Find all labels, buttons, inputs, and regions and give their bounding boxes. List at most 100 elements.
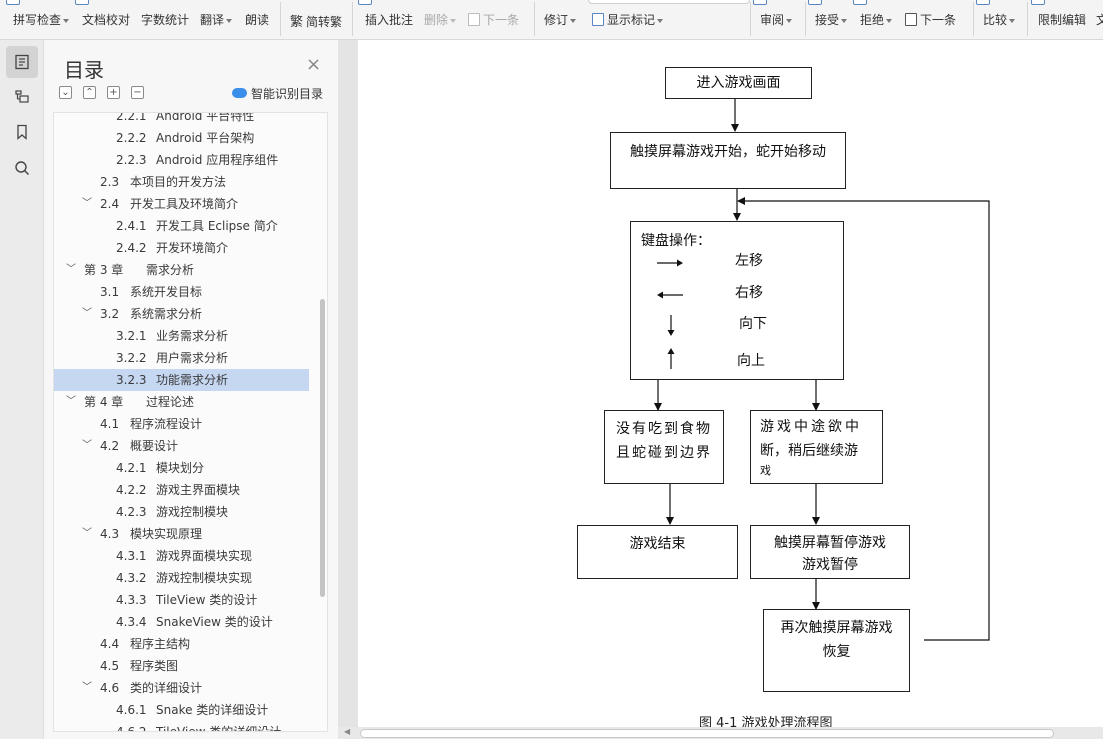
toc-item-number: 4.2.2: [116, 483, 147, 497]
flow-key-label-left: 左移: [735, 253, 763, 269]
horizontal-scrollbar[interactable]: ◀: [338, 727, 1103, 739]
toc-item[interactable]: ﹀ 4.6 类的详细设计: [54, 677, 309, 699]
chevron-down-icon[interactable]: ﹀: [82, 677, 92, 699]
smart-recognize-label: 智能识别目录: [251, 87, 324, 101]
chevron-down-icon: [1009, 18, 1016, 23]
toc-item-label: 系统需求分析: [130, 307, 203, 321]
toc-item-label: 开发工具及环境简介: [130, 197, 239, 211]
down-arrow-icon: [667, 315, 675, 336]
toc-item[interactable]: 3.2.1 业务需求分析: [54, 325, 309, 347]
collapse-all-button[interactable]: ⌃: [83, 86, 96, 99]
rail-search-button[interactable]: [6, 152, 38, 184]
toc-item[interactable]: 4.2.2 游戏主界面模块: [54, 479, 309, 501]
toc-item[interactable]: 4.6.1 Snake 类的详细设计: [54, 699, 309, 721]
chevron-down-icon: [886, 18, 893, 23]
ribbon-toolbar: 拼写检查 文档校对 字数统计 翻译 朗读 繁简转繁 插入批注 删除 下一条 修订…: [0, 0, 1103, 40]
toc-item-number: 4.6: [100, 681, 120, 695]
toc-item[interactable]: 3.2.2 用户需求分析: [54, 347, 309, 369]
toc-item-label: 游戏主界面模块: [156, 483, 241, 497]
toc-item[interactable]: 2.2.3 Android 应用程序组件: [54, 149, 309, 171]
toc-item[interactable]: 4.3.2 游戏控制模块实现: [54, 567, 309, 589]
flow-start-text: 触摸屏幕游戏开始，蛇开始移动: [630, 144, 826, 160]
scroll-left-icon[interactable]: ◀: [344, 727, 350, 736]
toc-item-number: 4.1: [100, 417, 120, 431]
chevron-down-icon[interactable]: ﹀: [66, 391, 76, 413]
expand-all-button[interactable]: ⌄: [59, 86, 72, 99]
chevron-down-icon[interactable]: ﹀: [82, 435, 92, 457]
horizontal-scroll-thumb[interactable]: [360, 729, 1054, 738]
toc-item[interactable]: 4.4 程序主结构: [54, 633, 309, 655]
rail-navigation-button[interactable]: [6, 80, 38, 112]
toc-item-label: 类的详细设计: [130, 681, 203, 695]
toc-item[interactable]: ﹀ 2.4 开发工具及环境简介: [54, 193, 309, 215]
toc-item[interactable]: ﹀ 3.2 系统需求分析: [54, 303, 309, 325]
add-heading-button[interactable]: +: [107, 86, 120, 99]
toc-item-number: 4.6.1: [116, 703, 147, 717]
toc-scrollbar[interactable]: [320, 299, 325, 597]
toc-item-label: 系统开发目标: [130, 285, 203, 299]
flow-key-label-down: 向下: [739, 316, 767, 332]
toc-item[interactable]: 4.2.3 游戏控制模块: [54, 501, 309, 523]
toc-item-number: 第 4 章: [84, 395, 124, 409]
toc-item[interactable]: 2.2.2 Android 平台架构: [54, 127, 309, 149]
toc-panel: 目录 × ⌄ ⌃ + − 智能识别目录 2.2.1 Android 平台特性 2.2…: [44, 40, 338, 739]
toc-item[interactable]: ﹀ 4.3 模块实现原理: [54, 523, 309, 545]
remove-heading-button[interactable]: −: [131, 86, 144, 99]
rail-toc-button[interactable]: [6, 46, 38, 78]
toc-item-number: 2.2.1: [116, 112, 147, 123]
toc-item-label: Android 平台架构: [156, 131, 255, 145]
toc-item[interactable]: ﹀ 第 4 章 过程论述: [54, 391, 309, 413]
toc-item[interactable]: ﹀ 4.2 概要设计: [54, 435, 309, 457]
traditional-chinese-icon: 繁: [290, 15, 304, 30]
flow-keyboard-title: 键盘操作：: [641, 233, 711, 249]
ribbon-search-box[interactable]: [588, 0, 750, 4]
toc-item-label: TileView 类的设计: [156, 593, 258, 607]
toc-item[interactable]: 3.1 系统开发目标: [54, 281, 309, 303]
toc-item-number: 2.4.2: [116, 241, 147, 255]
toc-item-number: 4.2.1: [116, 461, 147, 475]
toc-item[interactable]: 3.2.3 功能需求分析: [54, 369, 309, 391]
rail-bookmark-button[interactable]: [6, 116, 38, 148]
toc-item[interactable]: 4.6.2 TileView 类的详细设计: [54, 721, 309, 732]
chevron-down-icon: [226, 18, 233, 23]
toc-item-label: 游戏界面模块实现: [156, 549, 253, 563]
flow-resume-line2: 恢复: [822, 644, 851, 660]
toc-item[interactable]: ﹀ 第 3 章 需求分析: [54, 259, 309, 281]
toc-item[interactable]: 4.2.1 模块划分: [54, 457, 309, 479]
toc-item-number: 2.2.3: [116, 153, 147, 167]
toc-item[interactable]: 2.4.2 开发环境简介: [54, 237, 309, 259]
toc-item[interactable]: 4.5 程序类图: [54, 655, 309, 677]
toc-item[interactable]: 2.2.1 Android 平台特性: [54, 112, 309, 127]
chevron-down-icon[interactable]: ﹀: [66, 259, 76, 281]
toc-item[interactable]: 4.1 程序流程设计: [54, 413, 309, 435]
toc-item-label: 本项目的开发方法: [130, 175, 227, 189]
restrict-editing-icon: [1031, 0, 1045, 5]
smart-recognize-toc-button[interactable]: 智能识别目录: [232, 85, 323, 102]
toc-item[interactable]: 4.3.1 游戏界面模块实现: [54, 545, 309, 567]
close-icon[interactable]: ×: [306, 56, 321, 74]
chevron-down-icon[interactable]: ﹀: [82, 523, 92, 545]
toc-item-label: 模块划分: [156, 461, 205, 475]
toc-item-number: 4.3.1: [116, 549, 147, 563]
toc-item-number: 第 3 章: [84, 263, 124, 277]
flow-pause-line1: 触摸屏幕暂停游戏: [774, 535, 886, 551]
toc-item-number: 3.1: [100, 285, 120, 299]
flow-enter-text: 进入游戏画面: [696, 75, 781, 91]
toc-item-label: Android 平台特性: [156, 112, 255, 123]
toc-item-number: 3.2: [100, 307, 120, 321]
toc-item[interactable]: 4.3.4 SnakeView 类的设计: [54, 611, 309, 633]
flow-box-pause: 触摸屏幕暂停游戏 游戏暂停: [750, 525, 910, 579]
chevron-down-icon[interactable]: ﹀: [82, 193, 92, 215]
chevron-down-icon: [657, 18, 664, 23]
toc-item-number: 2.4: [100, 197, 120, 211]
toc-item[interactable]: 4.3.3 TileView 类的设计: [54, 589, 309, 611]
toc-item-label: Snake 类的详细设计: [156, 703, 269, 717]
toc-item[interactable]: 2.4.1 开发工具 Eclipse 简介: [54, 215, 309, 237]
toc-item-label: 开发工具 Eclipse 简介: [156, 219, 278, 233]
flow-interrupt-line1: 游戏中途欲中: [760, 419, 862, 435]
chevron-down-icon[interactable]: ﹀: [82, 303, 92, 325]
toc-item[interactable]: 2.3 本项目的开发方法: [54, 171, 309, 193]
toc-item-label: TileView 类的详细设计: [156, 725, 282, 732]
flow-key-label-up: 向上: [737, 353, 765, 369]
search-icon: [15, 161, 30, 176]
